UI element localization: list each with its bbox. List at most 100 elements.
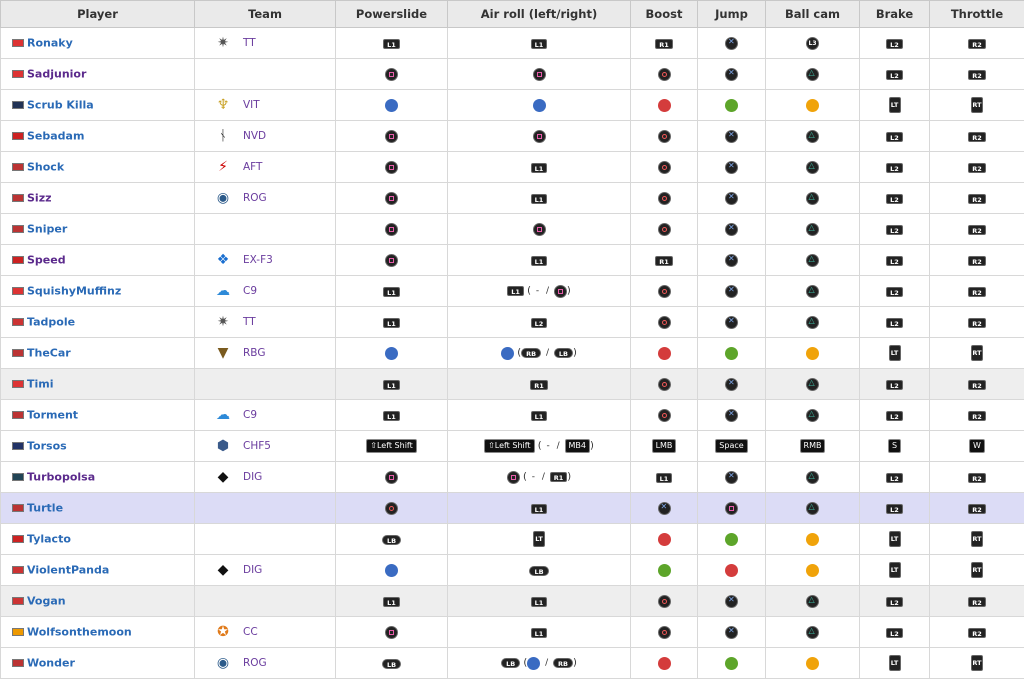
player-name-link[interactable]: Turbopolsa: [27, 471, 95, 484]
paren-close: ): [567, 286, 571, 297]
rt-trigger-icon: RT: [971, 345, 983, 361]
l1-button-icon: L1: [656, 473, 673, 483]
control-cell-brake: LT: [860, 338, 930, 369]
x-button-icon: [527, 657, 540, 670]
team-name-link[interactable]: RBG: [243, 347, 265, 359]
player-name-link[interactable]: ViolentPanda: [27, 564, 109, 577]
player-name-link[interactable]: Timi: [27, 378, 54, 391]
header-ball-cam[interactable]: Ball cam: [766, 1, 860, 28]
control-cell-jump: [698, 214, 766, 245]
team-name-link[interactable]: CHF5: [243, 440, 271, 452]
team-name-link[interactable]: DIG: [243, 471, 262, 483]
r1-button-icon: R1: [655, 39, 673, 49]
player-name-link[interactable]: SquishyMuffinz: [27, 285, 121, 298]
team-cell: ⚡AFT: [195, 152, 336, 183]
key-icon: ⇧Left Shift: [366, 439, 416, 453]
team-logo-icon: ☁: [209, 281, 237, 301]
paren-open: (: [520, 472, 527, 483]
triangle-button-icon: [806, 192, 819, 205]
control-cell-thr: R2: [930, 214, 1024, 245]
control-cell-brake: LT: [860, 555, 930, 586]
player-name-link[interactable]: Tadpole: [27, 316, 75, 329]
team-logo-icon: ♆: [209, 95, 237, 115]
player-name-link[interactable]: Speed: [27, 254, 66, 267]
team-name-link[interactable]: TT: [243, 316, 256, 328]
a-button-icon: [658, 564, 671, 577]
player-name-link[interactable]: Wolfsonthemoon: [27, 626, 132, 639]
player-name-link[interactable]: Wonder: [27, 657, 75, 670]
player-name-link[interactable]: Torment: [27, 409, 78, 422]
player-name-link[interactable]: Scrub Killa: [27, 99, 94, 112]
table-row: Shock⚡AFTL1L2R2: [1, 152, 1024, 183]
player-name-link[interactable]: Shock: [27, 161, 64, 174]
l2-button-icon: L2: [886, 473, 903, 483]
square-button-icon: [385, 626, 398, 639]
team-name-link[interactable]: TT: [243, 37, 256, 49]
triangle-button-icon: [806, 378, 819, 391]
control-cell-thr: R2: [930, 400, 1024, 431]
table-row: Ronaky✷TTL1L1R1L3L2R2: [1, 28, 1024, 59]
header-boost[interactable]: Boost: [631, 1, 698, 28]
square-button-icon: [533, 130, 546, 143]
control-cell-boost: [631, 648, 698, 679]
player-name-link[interactable]: Tylacto: [27, 533, 71, 546]
x-button-icon: [385, 99, 398, 112]
control-cell-ps: L1: [336, 369, 448, 400]
flag-icon: [12, 628, 24, 636]
control-cell-cam: [766, 152, 860, 183]
control-cell-air: LB ( / RB): [448, 648, 631, 679]
flag-icon: [12, 225, 24, 233]
team-name-link[interactable]: CC: [243, 626, 258, 638]
header-powerslide[interactable]: Powerslide: [336, 1, 448, 28]
team-name-link[interactable]: AFT: [243, 161, 262, 173]
player-name-link[interactable]: Turtle: [27, 502, 63, 515]
team-name-link[interactable]: ROG: [243, 657, 267, 669]
team-name-link[interactable]: C9: [243, 409, 257, 421]
key-icon: Space: [715, 439, 747, 453]
flag-icon: [12, 287, 24, 295]
r2-button-icon: R2: [968, 318, 986, 328]
player-name-link[interactable]: Sniper: [27, 223, 67, 236]
team-name-link[interactable]: DIG: [243, 564, 262, 576]
table-row: Turbopolsa◆DIG ( - / R1)L1L2R2: [1, 462, 1024, 493]
table-row: Speed❖EX-F3L1R1L2R2: [1, 245, 1024, 276]
team-name-link[interactable]: C9: [243, 285, 257, 297]
header-brake[interactable]: Brake: [860, 1, 930, 28]
key-icon: RMB: [800, 439, 826, 453]
control-cell-ps: [336, 462, 448, 493]
header-jump[interactable]: Jump: [698, 1, 766, 28]
team-name-link[interactable]: ROG: [243, 192, 267, 204]
player-name-link[interactable]: Ronaky: [27, 37, 73, 50]
control-cell-brake: L2: [860, 59, 930, 90]
player-name-link[interactable]: Vogan: [27, 595, 66, 608]
header-air-roll[interactable]: Air roll (left/right): [448, 1, 631, 28]
square-button-icon: [385, 161, 398, 174]
circle-button-icon: [658, 161, 671, 174]
team-name-link[interactable]: VIT: [243, 99, 260, 111]
control-cell-air: [448, 90, 631, 121]
player-name-link[interactable]: TheCar: [27, 347, 71, 360]
team-name-link[interactable]: NVD: [243, 130, 266, 142]
player-name-link[interactable]: Sebadam: [27, 130, 84, 143]
control-cell-boost: [631, 586, 698, 617]
team-cell: ✷TT: [195, 28, 336, 59]
team-name-link[interactable]: EX-F3: [243, 254, 273, 266]
control-cell-jump: [698, 400, 766, 431]
l1-button-icon: L1: [383, 318, 400, 328]
team-logo-icon: ❖: [209, 250, 237, 270]
l1-button-icon: L1: [531, 194, 548, 204]
header-team[interactable]: Team: [195, 1, 336, 28]
control-cell-brake: L2: [860, 493, 930, 524]
header-player[interactable]: Player: [1, 1, 195, 28]
cross-button-icon: [725, 68, 738, 81]
cross-button-icon: [725, 130, 738, 143]
team-logo-icon: ▼: [209, 343, 237, 363]
header-throttle[interactable]: Throttle: [930, 1, 1024, 28]
player-cell: SquishyMuffinz: [1, 276, 195, 307]
player-name-link[interactable]: Sizz: [27, 192, 52, 205]
triangle-button-icon: [806, 254, 819, 267]
player-name-link[interactable]: Torsos: [27, 440, 67, 453]
triangle-button-icon: [806, 502, 819, 515]
player-name-link[interactable]: Sadjunior: [27, 68, 86, 81]
circle-button-icon: [658, 409, 671, 422]
